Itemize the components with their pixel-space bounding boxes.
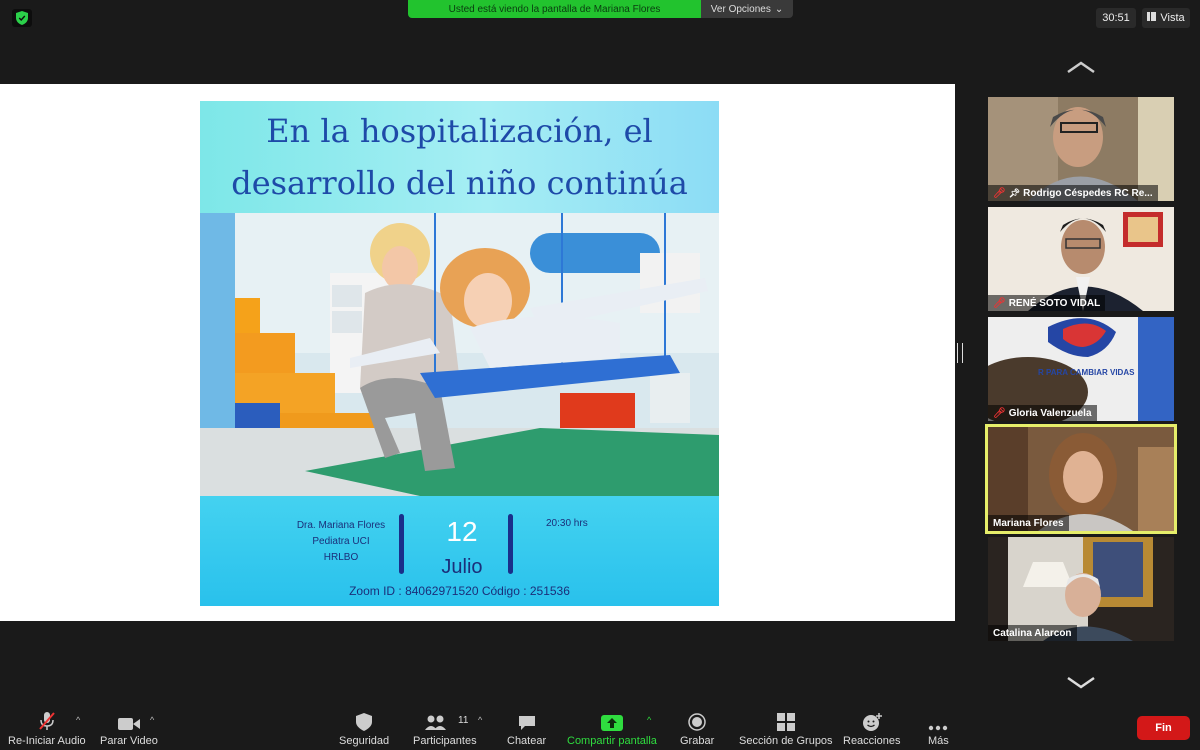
- participant-name: Mariana Flores: [993, 517, 1064, 529]
- poster-header: En la hospitalización, el desarrollo del…: [200, 101, 719, 213]
- view-label: Vista: [1160, 12, 1185, 24]
- share-screen-label: Compartir pantalla: [567, 735, 657, 747]
- more-label: Más: [928, 735, 949, 747]
- view-options-button[interactable]: Ver Opciones ⌄: [701, 0, 793, 18]
- divider-bar-left: [399, 514, 404, 574]
- video-label: Parar Video: [100, 735, 158, 747]
- participant-name: Rodrigo Céspedes RC Re...: [1023, 187, 1153, 199]
- smiley-plus-icon: [862, 711, 882, 731]
- event-day: 12: [446, 516, 478, 547]
- participants-count: 11: [458, 715, 469, 726]
- participant-name-tag: Mariana Flores: [988, 515, 1069, 531]
- participant-name: Gloria Valenzuela: [1008, 407, 1092, 419]
- therapy-photo: [200, 213, 719, 496]
- mic-muted-icon: 🎤︎: [993, 407, 1006, 419]
- poster-footer: Dra. Mariana Flores Pediatra UCI HRLBO 1…: [200, 496, 719, 606]
- record-button[interactable]: Grabar: [680, 711, 714, 747]
- participant-name: Catalina Alarcon: [993, 627, 1072, 639]
- share-screen-button[interactable]: Compartir pantalla: [567, 711, 657, 747]
- scroll-up-chevron-icon[interactable]: [1066, 60, 1096, 74]
- share-screen-icon: [600, 711, 623, 731]
- participant-tile[interactable]: Catalina Alarcon: [988, 537, 1174, 641]
- poster-title: En la hospitalización, el desarrollo del…: [200, 105, 719, 209]
- pin-icon: 📌︎: [1008, 187, 1021, 198]
- audio-label: Re-Iniciar Audio: [8, 735, 86, 747]
- doctor-hospital: HRLBO: [323, 552, 359, 563]
- audio-options-caret-icon[interactable]: ^: [76, 715, 80, 725]
- shield-icon: [356, 711, 373, 731]
- participant-name-tag: 🎤︎ RENÉ SOTO VIDAL: [988, 295, 1106, 311]
- more-dots-icon: [928, 711, 948, 731]
- meeting-timer: 30:51: [1096, 8, 1136, 28]
- participants-options-caret-icon[interactable]: ^: [478, 715, 482, 725]
- participant-tile[interactable]: R PARA CAMBIAR VIDAS 🎤︎ Gloria Valenzuel…: [988, 317, 1174, 421]
- participant-name-tag: 🎤︎ Gloria Valenzuela: [988, 405, 1097, 421]
- event-poster: En la hospitalización, el desarrollo del…: [200, 101, 719, 606]
- banner-text: R PARA CAMBIAR VIDAS: [1038, 368, 1135, 377]
- poster-title-line2: desarrollo del niño continúa: [231, 164, 688, 202]
- audio-button[interactable]: Re-Iniciar Audio: [8, 711, 86, 747]
- grid-view-icon: [1147, 12, 1157, 24]
- chat-label: Chatear: [507, 735, 547, 747]
- scroll-down-chevron-icon[interactable]: [1066, 676, 1096, 690]
- breakout-rooms-icon: [776, 711, 795, 731]
- participant-tile-active-speaker[interactable]: Mariana Flores: [985, 424, 1177, 534]
- mic-muted-icon: 🎤︎: [993, 297, 1006, 309]
- record-icon: [688, 711, 706, 731]
- meeting-toolbar: Re-Iniciar Audio ^ Parar Video ^ Segurid…: [0, 705, 1200, 750]
- shared-screen: En la hospitalización, el desarrollo del…: [0, 84, 955, 621]
- security-button[interactable]: Seguridad: [339, 711, 389, 747]
- participant-tile[interactable]: 🎤︎ RENÉ SOTO VIDAL: [988, 207, 1174, 311]
- view-button[interactable]: Vista: [1142, 8, 1190, 28]
- event-time: 20:30 hrs: [546, 518, 588, 529]
- doctor-name: Dra. Mariana Flores: [296, 520, 386, 531]
- breakout-rooms-button[interactable]: Sección de Grupos: [739, 711, 833, 747]
- poster-title-line1: En la hospitalización, el: [266, 112, 653, 150]
- participant-name-tag: 🎤︎ 📌︎ Rodrigo Céspedes RC Re...: [988, 185, 1158, 201]
- participants-label: Participantes: [413, 735, 477, 747]
- more-button[interactable]: Más: [928, 711, 949, 747]
- doctor-specialty: Pediatra UCI: [312, 536, 370, 547]
- chat-bubble-icon: [518, 711, 536, 731]
- breakout-rooms-label: Sección de Grupos: [739, 735, 833, 747]
- divider-bar-right: [508, 514, 513, 574]
- end-meeting-button[interactable]: Fin: [1137, 716, 1190, 740]
- reactions-label: Reacciones: [843, 735, 901, 747]
- participant-name: RENÉ SOTO VIDAL: [1008, 297, 1101, 309]
- participant-name-tag: Catalina Alarcon: [988, 625, 1077, 641]
- chevron-down-icon: ⌄: [774, 3, 784, 15]
- video-options-caret-icon[interactable]: ^: [150, 715, 154, 725]
- zoom-meeting-info: Zoom ID : 84062971520 Código : 251536: [349, 584, 570, 598]
- security-label: Seguridad: [339, 735, 390, 747]
- reactions-button[interactable]: Reacciones: [843, 711, 900, 747]
- chat-button[interactable]: Chatear: [507, 711, 546, 747]
- share-options-caret-icon[interactable]: ^: [647, 715, 651, 725]
- view-options-label: Ver Opciones: [710, 3, 771, 15]
- participant-tile[interactable]: 🎤︎ 📌︎ Rodrigo Céspedes RC Re...: [988, 97, 1174, 201]
- panel-resize-handle[interactable]: [957, 343, 963, 363]
- mic-muted-icon: 🎤︎: [993, 187, 1006, 199]
- event-month: Julio: [441, 556, 483, 578]
- screen-share-notice: Usted está viendo la pantalla de Mariana…: [408, 0, 701, 18]
- video-camera-icon: [117, 711, 140, 731]
- security-shield-icon[interactable]: [12, 9, 32, 27]
- mic-muted-icon: [38, 711, 56, 731]
- doctor-info: Dra. Mariana Flores Pediatra UCI HRLBO: [280, 518, 402, 566]
- record-label: Grabar: [680, 735, 715, 747]
